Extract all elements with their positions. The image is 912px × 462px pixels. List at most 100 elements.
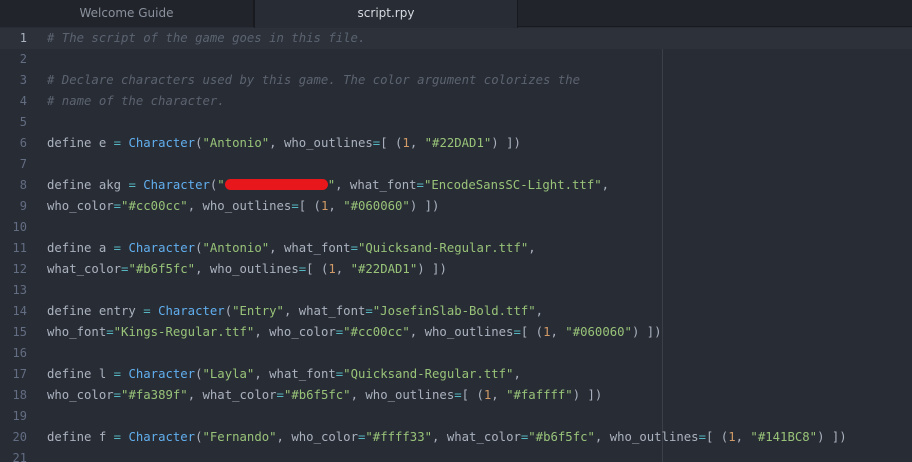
line-code: who_color="#fa389f", what_color="#b6f5fc…	[47, 385, 602, 406]
code-token: what_color	[47, 262, 122, 276]
line-code: who_color="#cc00cc", who_outlines=[ (1, …	[47, 196, 439, 217]
code-token: "#cc00cc"	[343, 325, 410, 339]
line-number: 21	[12, 451, 27, 462]
code-token: , who_outlines	[187, 199, 292, 213]
code-line[interactable]: 5	[0, 112, 912, 133]
code-token: who_color	[47, 388, 114, 402]
code-token: =	[454, 388, 462, 402]
code-token: "#060060"	[565, 325, 632, 339]
code-token: (	[195, 136, 203, 150]
code-line[interactable]: 8 define akg = Character(" ", what_font="E…	[0, 175, 912, 196]
code-token: (	[224, 304, 233, 318]
code-token: [ (	[461, 388, 484, 402]
line-number: 3	[19, 73, 27, 87]
code-token: ,	[550, 325, 566, 339]
code-token: Character	[143, 178, 210, 192]
code-line[interactable]: 18 who_color="#fa389f", what_color="#b6f5…	[0, 385, 912, 406]
line-number: 5	[19, 115, 27, 129]
code-token: "Antonio"	[202, 241, 270, 255]
line-number: 9	[19, 199, 27, 213]
code-token: , who_outlines	[350, 388, 455, 402]
code-token: =	[128, 178, 136, 192]
code-line[interactable]: 10	[0, 217, 912, 238]
code-token: ) ])	[572, 388, 603, 402]
line-number: 8	[19, 178, 27, 192]
code-line[interactable]: 1 # The script of the game goes in this f…	[0, 28, 912, 49]
code-token: =	[143, 304, 151, 318]
line-number: 19	[12, 409, 27, 423]
code-token: , what_font	[254, 367, 336, 381]
code-token: 1	[402, 136, 410, 150]
code-line[interactable]: 16	[0, 343, 912, 364]
code-line[interactable]: 4 # name of the character.	[0, 91, 912, 112]
line-code: # Declare characters used by this game. …	[47, 70, 580, 91]
code-token: define e	[47, 136, 114, 150]
code-token: define a	[47, 241, 114, 255]
line-code: define a = Character("Antonio", what_fon…	[47, 238, 536, 259]
code-token: , who_outlines	[195, 262, 299, 276]
code-line[interactable]: 15 who_font="Kings-Regular.ttf", who_colo…	[0, 322, 912, 343]
code-token: =	[365, 304, 373, 318]
line-number: 14	[12, 304, 27, 318]
code-line[interactable]: 2	[0, 49, 912, 70]
code-token: ) ])	[631, 325, 662, 339]
code-editor[interactable]: 1 # The script of the game goes in this f…	[0, 28, 912, 462]
line-code: what_color="#b6f5fc", who_outlines=[ (1,…	[47, 259, 447, 280]
tab-welcome-guide[interactable]: Welcome Guide	[0, 0, 254, 27]
code-line[interactable]: 13	[0, 280, 912, 301]
code-token: "#22DAD1"	[424, 136, 492, 150]
code-token: "Kings-Regular.ttf"	[113, 325, 255, 339]
code-token: (	[195, 430, 203, 444]
code-line[interactable]: 7	[0, 154, 912, 175]
line-code: define f = Character("Fernando", who_col…	[47, 427, 847, 448]
code-line[interactable]: 6 define e = Character("Antonio", who_out…	[0, 133, 912, 154]
line-code: define entry = Character("Entry", what_f…	[47, 301, 543, 322]
code-token: Character	[128, 241, 196, 255]
code-line[interactable]: 21	[0, 448, 912, 462]
code-token: Character	[128, 136, 196, 150]
code-token: , what_font	[335, 178, 417, 192]
code-token: Character	[158, 304, 225, 318]
code-token: , what_font	[283, 304, 366, 318]
code-token: ) ])	[409, 199, 440, 213]
code-token: "#b6f5fc"	[128, 262, 196, 276]
code-token: , what_color	[187, 388, 277, 402]
code-token: "Layla"	[202, 367, 255, 381]
line-code: define l = Character("Layla", what_font=…	[47, 364, 521, 385]
code-token: "#fa389f"	[121, 388, 188, 402]
code-line[interactable]: 19	[0, 406, 912, 427]
code-token: =	[113, 430, 122, 444]
code-token: "#141BC8"	[750, 430, 818, 444]
code-token: "#22DAD1"	[350, 262, 418, 276]
code-line[interactable]: 14 define entry = Character("Entry", what…	[0, 301, 912, 322]
code-line[interactable]: 9 who_color="#cc00cc", who_outlines=[ (1,…	[0, 196, 912, 217]
code-token: =	[291, 199, 299, 213]
code-token: =	[113, 367, 122, 381]
code-token: "Quicksand-Regular.ttf"	[357, 241, 529, 255]
code-token: Character	[128, 367, 196, 381]
line-code: who_font="Kings-Regular.ttf", who_color=…	[47, 322, 662, 343]
code-token: who_color	[47, 199, 114, 213]
line-number: 15	[12, 325, 27, 339]
code-token: , what_color	[432, 430, 521, 444]
code-token: "EncodeSansSC-Light.ttf"	[423, 178, 602, 192]
code-line[interactable]: 17 define l = Character("Layla", what_fon…	[0, 364, 912, 385]
code-token: [ (	[705, 430, 729, 444]
code-token: , who_color	[254, 325, 336, 339]
line-code: define e = Character("Antonio", who_outl…	[47, 133, 521, 154]
line-number: 18	[12, 388, 27, 402]
code-token: , who_outlines	[594, 430, 699, 444]
line-number: 4	[19, 94, 27, 108]
code-token: , who_color	[276, 430, 358, 444]
code-token: =	[416, 178, 424, 192]
code-token: =	[513, 325, 521, 339]
code-line[interactable]: 20 define f = Character("Fernando", who_c…	[0, 427, 912, 448]
code-token: ,	[335, 262, 351, 276]
code-line[interactable]: 3 # Declare characters used by this game.…	[0, 70, 912, 91]
code-token: # name of the character.	[47, 94, 225, 108]
code-token: ) ])	[491, 136, 521, 150]
tab-script-rpy[interactable]: script.rpy	[254, 0, 518, 28]
code-token: =	[276, 388, 284, 402]
code-line[interactable]: 12 what_color="#b6f5fc", who_outlines=[ (…	[0, 259, 912, 280]
code-line[interactable]: 11 define a = Character("Antonio", what_f…	[0, 238, 912, 259]
